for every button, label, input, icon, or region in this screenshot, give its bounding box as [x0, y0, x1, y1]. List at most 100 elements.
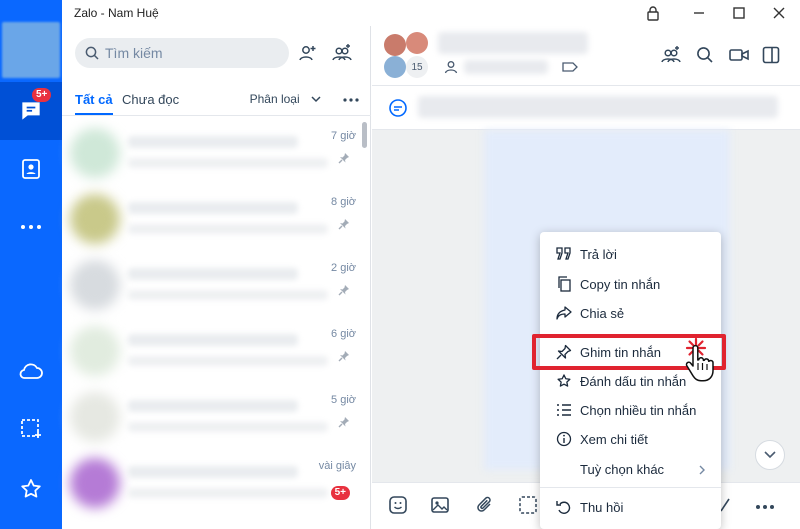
undo-icon — [554, 497, 574, 517]
add-member-icon — [661, 46, 681, 63]
contacts-icon — [22, 159, 40, 179]
search-icon — [85, 46, 99, 60]
quote-icon — [554, 244, 574, 264]
nav-rail: 5+ — [0, 0, 62, 529]
conversation-time: 6 giờ — [331, 328, 356, 340]
sidebar-toggle-icon — [762, 46, 780, 64]
conversation-item[interactable]: 8 giờ — [62, 184, 362, 250]
close-button[interactable] — [768, 3, 790, 23]
pin-icon — [338, 417, 349, 428]
nav-contacts-button[interactable] — [0, 140, 62, 198]
filter-dropdown[interactable]: Phân loại — [250, 92, 321, 106]
star-icon — [21, 479, 41, 498]
chevron-down-icon — [311, 96, 321, 103]
screenshot-icon — [21, 419, 41, 438]
attachment-icon[interactable] — [476, 495, 494, 515]
chevron-down-icon — [764, 451, 776, 459]
chevron-right-icon — [699, 465, 705, 475]
more-options-icon[interactable] — [343, 98, 359, 102]
member-icon — [444, 61, 458, 74]
sticker-icon[interactable] — [388, 495, 408, 515]
avatar — [70, 260, 120, 310]
conversation-tabs: Tất cả Chưa đọc Phân loại — [62, 86, 371, 116]
conversation-time: 7 giờ — [331, 130, 356, 142]
video-camera-icon — [729, 49, 749, 61]
tag-icon[interactable] — [562, 61, 578, 73]
avatar — [406, 32, 428, 54]
conversation-item[interactable]: vài giây 5+ — [62, 448, 362, 514]
menu-item-details[interactable]: Xem chi tiết — [540, 425, 721, 453]
menu-item-copy[interactable]: Copy tin nhắn — [540, 270, 721, 298]
menu-item-multi-select[interactable]: Chọn nhiều tin nhắn — [540, 396, 721, 424]
conversation-item[interactable]: 5 giờ — [62, 382, 362, 448]
chat-header: 15 — [372, 26, 800, 86]
maximize-icon — [733, 7, 745, 19]
member-count: 15 — [406, 56, 428, 78]
multi-select-icon — [554, 400, 574, 420]
nav-favorites-button[interactable] — [0, 460, 62, 518]
message-bubble-icon — [389, 99, 407, 117]
screenshot-icon[interactable] — [518, 495, 538, 515]
search-messages-button[interactable] — [692, 42, 718, 68]
list-scrollbar[interactable] — [362, 122, 367, 148]
messages-badge: 5+ — [32, 88, 52, 102]
minimize-button[interactable] — [688, 3, 710, 23]
pin-icon — [338, 285, 349, 296]
conversation-time: vài giây — [318, 460, 356, 472]
create-group-button[interactable] — [329, 40, 355, 66]
menu-item-reply[interactable]: Trả lời — [540, 240, 721, 268]
nav-cloud-button[interactable] — [0, 342, 62, 400]
more-dots-icon — [21, 225, 41, 229]
info-icon — [554, 429, 574, 449]
share-icon — [554, 303, 574, 323]
create-group-icon — [332, 44, 352, 61]
pin-icon — [338, 219, 349, 230]
search-input[interactable] — [105, 45, 275, 61]
video-call-button[interactable] — [726, 42, 752, 68]
nav-screenshot-button[interactable] — [0, 400, 62, 458]
add-friend-icon — [299, 46, 316, 61]
menu-divider — [540, 487, 721, 488]
avatar — [70, 128, 120, 178]
tab-unread[interactable]: Chưa đọc — [122, 92, 179, 107]
avatar — [384, 56, 406, 78]
conversation-time: 5 giờ — [331, 394, 356, 406]
pin-icon — [338, 351, 349, 362]
conversation-time: 8 giờ — [331, 196, 356, 208]
conversation-panel: Tất cả Chưa đọc Phân loại 7 giờ 8 giờ 2 … — [62, 26, 371, 529]
star-icon — [554, 371, 574, 391]
nav-messages-button[interactable]: 5+ — [0, 82, 62, 140]
close-icon — [773, 7, 785, 19]
nav-more-button[interactable] — [0, 198, 62, 256]
menu-item-recall[interactable]: Thu hồi — [540, 493, 721, 521]
user-avatar[interactable] — [2, 22, 60, 78]
menu-item-share[interactable]: Chia sẻ — [540, 299, 721, 327]
conversation-item[interactable]: 6 giờ — [62, 316, 362, 382]
pinned-bar[interactable] — [372, 86, 800, 130]
avatar — [384, 34, 406, 56]
menu-item-more-options[interactable]: Tuỳ chọn khác — [540, 455, 721, 483]
scroll-to-bottom-button[interactable] — [755, 440, 785, 470]
avatar — [70, 326, 120, 376]
copy-icon — [554, 274, 574, 294]
more-options-icon[interactable] — [756, 505, 774, 509]
cloud-icon — [19, 363, 43, 379]
chat-name — [438, 32, 588, 54]
tab-all[interactable]: Tất cả — [75, 92, 113, 115]
pin-icon — [338, 153, 349, 164]
conversation-item[interactable]: 2 giờ — [62, 250, 362, 316]
maximize-button[interactable] — [728, 3, 750, 23]
conversation-info-button[interactable] — [758, 42, 784, 68]
conversation-time: 2 giờ — [331, 262, 356, 274]
window-title: Zalo - Nam Huệ — [74, 6, 159, 20]
image-icon[interactable] — [430, 495, 450, 515]
add-member-button[interactable] — [658, 42, 684, 68]
avatar — [70, 194, 120, 244]
lock-button[interactable] — [642, 3, 664, 23]
search-box[interactable] — [75, 38, 289, 68]
hand-cursor-icon — [685, 344, 714, 382]
avatar — [70, 458, 120, 508]
conversation-item[interactable]: 7 giờ — [62, 118, 362, 184]
title-bar: Zalo - Nam Huệ — [62, 0, 800, 26]
add-friend-button[interactable] — [295, 40, 321, 66]
